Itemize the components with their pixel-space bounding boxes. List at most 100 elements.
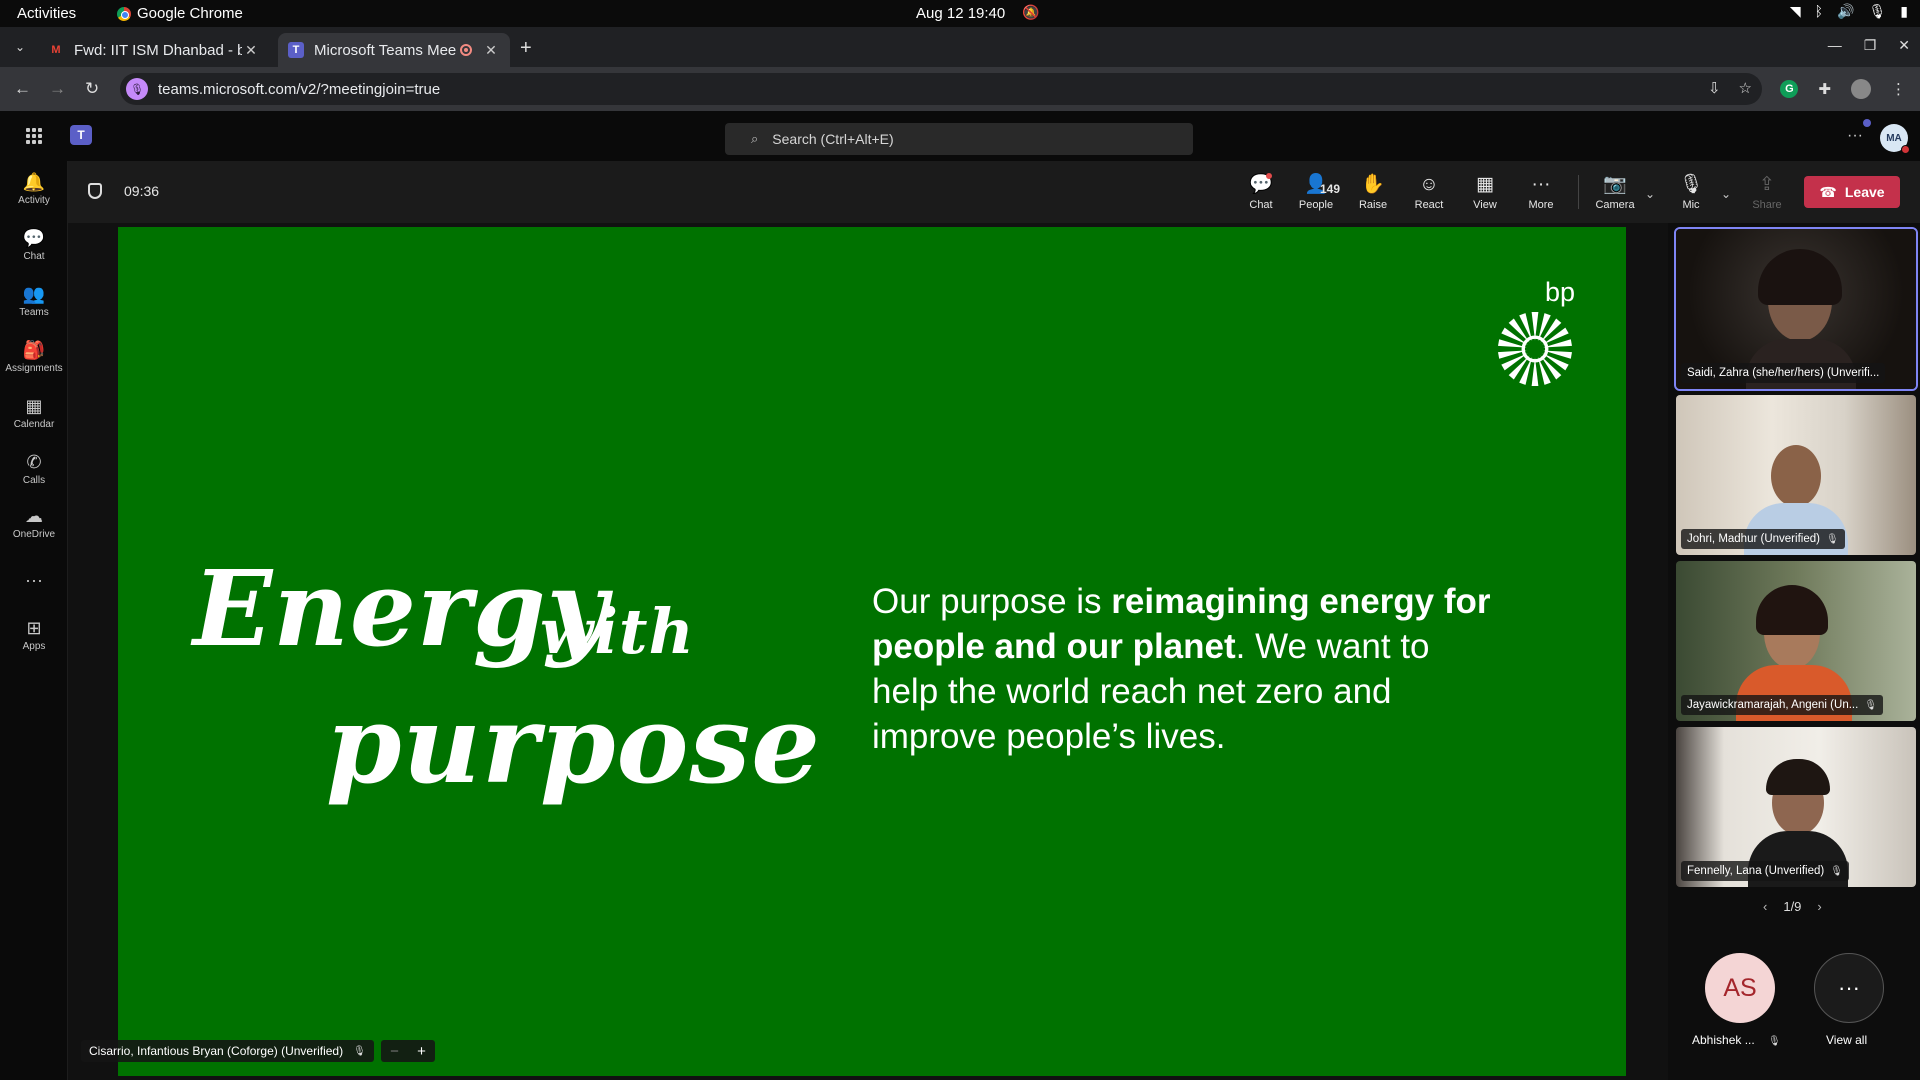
meeting-toolbar: 09:36 💬 Chat 👤 149 People ✋ Raise ☺ React…	[68, 161, 1920, 223]
participant-name-tag: Johri, Madhur (Unverified) 🎙	[1681, 529, 1845, 549]
share-button[interactable]: ⇪ Share	[1742, 173, 1792, 211]
search-placeholder: Search (Ctrl+Alt+E)	[772, 131, 894, 147]
app-launcher-icon[interactable]	[26, 128, 42, 144]
mic-label: Mic	[1682, 199, 1700, 211]
avatar-name: Abhishek ...	[1692, 1033, 1755, 1047]
rail-calendar[interactable]: ▦ Calendar	[0, 395, 68, 430]
react-label: React	[1414, 199, 1444, 211]
previous-page-icon[interactable]: ‹	[1763, 899, 1767, 914]
rail-label: OneDrive	[12, 529, 56, 540]
app-rail: 🔔 Activity 💬 Chat 👥 Teams 🎒 Assignments …	[0, 161, 68, 1080]
browser-toolbar: ← → ↻ 🎙 teams.microsoft.com/v2/?meetingj…	[0, 67, 1920, 111]
clock[interactable]: Aug 12 19:40	[916, 5, 1005, 22]
rail-assignments[interactable]: 🎒 Assignments	[0, 339, 68, 374]
site-info-icon[interactable]: 🎙	[126, 78, 148, 100]
mic-off-icon: 🎙	[1768, 1036, 1781, 1047]
back-icon[interactable]: ←	[14, 79, 31, 99]
battery-icon: ▮	[1900, 3, 1908, 19]
rail-calls[interactable]: ✆ Calls	[0, 451, 68, 486]
camera-button[interactable]: 📷 Camera	[1590, 173, 1640, 211]
rail-label: Activity	[18, 195, 50, 206]
app-menu[interactable]: Google Chrome	[117, 5, 243, 22]
rail-label: Assignments	[5, 363, 63, 374]
more-icon: ···	[25, 570, 43, 590]
people-count: 149	[1320, 182, 1341, 196]
rail-apps[interactable]: ⊞ Apps	[0, 617, 68, 652]
minimize-icon[interactable]: —	[1828, 37, 1842, 54]
leave-button[interactable]: ☎ Leave	[1804, 176, 1900, 208]
tab-gmail[interactable]: M Fwd: IIT ISM Dhanbad - b ✕	[38, 33, 270, 67]
page-indicator: 1/9	[1783, 899, 1802, 914]
view-button[interactable]: ▦ View	[1460, 173, 1510, 211]
meeting-stage: bp Energy with purpose Our purpose is re…	[68, 223, 1668, 1080]
tab-teams[interactable]: T Microsoft Teams Mee ✕	[278, 33, 510, 67]
participant-name-tag: Jayawickramarajah, Angeni (Un... 🎙	[1681, 695, 1884, 715]
more-button[interactable]: ··· More	[1516, 173, 1566, 211]
shield-icon[interactable]	[88, 183, 102, 199]
tab-close-icon[interactable]: ✕	[482, 42, 500, 59]
participant-name-tag: Fennelly, Lana (Unverified) 🎙	[1681, 861, 1849, 881]
participant-avatar[interactable]: AS	[1705, 953, 1775, 1023]
rail-teams[interactable]: 👥 Teams	[0, 283, 68, 318]
rail-onedrive[interactable]: ☁ OneDrive	[0, 505, 68, 540]
bluetooth-icon: ᛒ	[1814, 3, 1824, 19]
presenter-name: Cisarrio, Infantious Bryan (Coforge) (Un…	[89, 1044, 344, 1058]
toolbar-divider	[1578, 175, 1579, 209]
system-tray[interactable]: ◥ ᛒ 🔊 🎙 ▮	[1790, 3, 1908, 20]
new-tab-button[interactable]: +	[520, 37, 532, 60]
phone-icon: ✆	[26, 452, 42, 472]
participant-name-tag: Saidi, Zahra (she/her/hers) (Unverifi...	[1681, 363, 1886, 383]
address-bar[interactable]: 🎙 teams.microsoft.com/v2/?meetingjoin=tr…	[120, 73, 1762, 105]
install-app-icon[interactable]: ⇩	[1708, 79, 1721, 97]
participant-tile[interactable]: Fennelly, Lana (Unverified) 🎙	[1676, 727, 1916, 887]
rail-label: Teams	[19, 307, 49, 318]
close-window-icon[interactable]: ✕	[1898, 37, 1910, 54]
camera-options-chevron-icon[interactable]: ⌄	[1645, 187, 1655, 201]
chrome-menu-icon[interactable]: ⋮	[1891, 80, 1906, 98]
maximize-icon[interactable]: ❐	[1864, 37, 1877, 54]
search-input[interactable]: ⌕ Search (Ctrl+Alt+E)	[725, 123, 1193, 155]
hand-icon: ✋	[1361, 174, 1385, 195]
forward-icon[interactable]: →	[49, 79, 66, 99]
participant-tile[interactable]: Jayawickramarajah, Angeni (Un... 🎙	[1676, 561, 1916, 721]
tab-close-icon[interactable]: ✕	[242, 42, 260, 59]
zoom-in-icon[interactable]: +	[417, 1043, 426, 1060]
view-all-label: View all	[1826, 1033, 1868, 1047]
mic-options-chevron-icon[interactable]: ⌄	[1721, 187, 1731, 201]
more-label: More	[1528, 199, 1554, 211]
participant-tile[interactable]: Saidi, Zahra (she/her/hers) (Unverifi...	[1674, 227, 1918, 391]
rail-label: Apps	[22, 641, 46, 652]
extensions-icon[interactable]: ✚	[1818, 80, 1831, 98]
presence-status-icon	[1901, 145, 1910, 154]
settings-more-icon[interactable]: ···	[1847, 127, 1863, 145]
reload-icon[interactable]: ↻	[85, 79, 99, 99]
raise-label: Raise	[1358, 199, 1388, 211]
grammarly-extension-icon[interactable]: G	[1780, 80, 1799, 98]
rail-more[interactable]: ···	[0, 569, 68, 591]
next-page-icon[interactable]: ›	[1817, 899, 1821, 914]
people-button[interactable]: 👤 149 People	[1286, 173, 1346, 211]
react-button[interactable]: ☺ React	[1404, 173, 1454, 211]
mic-button[interactable]: 🎙 Mic	[1666, 173, 1716, 211]
smiley-icon: ☺	[1419, 174, 1439, 195]
activities-button[interactable]: Activities	[17, 5, 76, 22]
bookmark-star-icon[interactable]: ☆	[1739, 79, 1752, 97]
profile-avatar-icon[interactable]	[1851, 79, 1871, 99]
slide-headline-with: with	[540, 595, 695, 668]
share-label: Share	[1752, 199, 1782, 211]
raise-hand-button[interactable]: ✋ Raise	[1348, 173, 1398, 211]
tab-search-button[interactable]: ⌄	[8, 35, 32, 59]
participant-tile[interactable]: Johri, Madhur (Unverified) 🎙	[1676, 395, 1916, 555]
zoom-out-icon[interactable]: −	[390, 1043, 399, 1060]
view-all-button[interactable]: ···	[1814, 953, 1884, 1023]
chat-button[interactable]: 💬 Chat	[1236, 173, 1286, 211]
teams-icon: T	[288, 42, 304, 58]
user-avatar[interactable]: MA	[1880, 124, 1910, 154]
cloud-icon: ☁	[25, 506, 43, 526]
participant-name: Johri, Madhur (Unverified)	[1687, 533, 1820, 545]
rail-label: Calls	[22, 475, 46, 486]
rail-chat[interactable]: 💬 Chat	[0, 227, 68, 262]
notification-dot	[1863, 119, 1871, 127]
more-icon: ···	[1531, 174, 1551, 195]
rail-activity[interactable]: 🔔 Activity	[0, 171, 68, 206]
